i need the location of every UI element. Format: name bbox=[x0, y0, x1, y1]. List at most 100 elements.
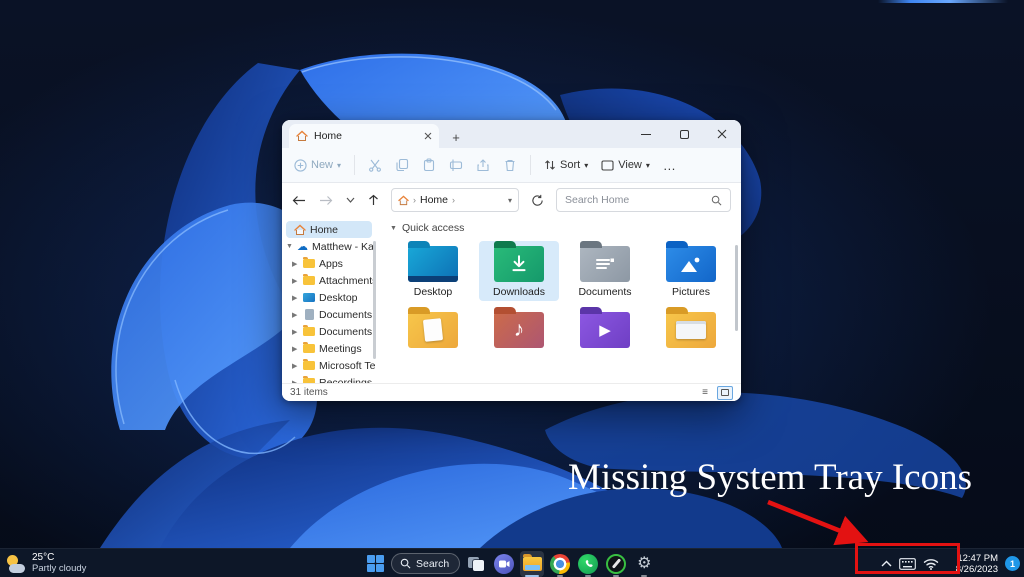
chevron-right-icon[interactable]: ▶ bbox=[292, 260, 299, 268]
task-view-icon bbox=[468, 557, 484, 571]
share-icon[interactable] bbox=[476, 158, 490, 172]
folder-icon bbox=[303, 344, 315, 353]
music-folder-icon: ♪ bbox=[494, 312, 544, 348]
view-button[interactable]: View▾ bbox=[601, 159, 650, 171]
chevron-right-icon[interactable]: ▶ bbox=[292, 362, 299, 370]
desktop: Home + New▾ bbox=[0, 0, 1024, 577]
sidebar-item-documents-2[interactable]: ▶ Documents bbox=[282, 323, 376, 340]
quick-access-header[interactable]: ▼ Quick access bbox=[390, 222, 741, 234]
chevron-down-icon[interactable]: ▼ bbox=[286, 243, 293, 250]
tile-videos[interactable]: ▶ bbox=[565, 307, 645, 355]
view-icon bbox=[601, 160, 614, 171]
videos-folder-icon: ▶ bbox=[580, 312, 630, 348]
chrome-icon bbox=[550, 554, 570, 574]
address-bar[interactable]: › Home › ▾ bbox=[391, 188, 519, 212]
screenshots-folder-icon bbox=[666, 312, 716, 348]
back-icon[interactable] bbox=[292, 195, 306, 206]
search-input[interactable] bbox=[565, 194, 711, 206]
sidebar-item-documents[interactable]: ▶ Documents bbox=[282, 306, 376, 323]
file-explorer-window: Home + New▾ bbox=[282, 120, 741, 401]
sidebar-item-attachments[interactable]: ▶ Attachments bbox=[282, 272, 376, 289]
tile-pictures[interactable]: Pictures bbox=[651, 241, 731, 301]
rename-icon[interactable] bbox=[449, 158, 463, 172]
folder-view: ▼ Quick access Desktop Downloads bbox=[376, 217, 741, 383]
folder-icon bbox=[303, 276, 315, 285]
minimize-button[interactable] bbox=[627, 120, 665, 148]
teams-chat-button[interactable] bbox=[492, 551, 516, 577]
desktop-icon bbox=[303, 293, 315, 302]
tile-music[interactable]: ♪ bbox=[479, 307, 559, 355]
whatsapp-icon bbox=[578, 554, 598, 574]
chrome-button[interactable] bbox=[548, 551, 572, 577]
sort-button[interactable]: Sort▾ bbox=[544, 159, 588, 171]
capture-app-icon bbox=[606, 554, 626, 574]
whatsapp-button[interactable] bbox=[576, 551, 600, 577]
sidebar-item-desktop[interactable]: ▶ Desktop bbox=[282, 289, 376, 306]
breadcrumb[interactable]: Home bbox=[420, 194, 448, 206]
file-explorer-button[interactable] bbox=[520, 551, 544, 577]
chevron-right-icon[interactable]: ▶ bbox=[292, 294, 299, 302]
refresh-icon[interactable] bbox=[531, 194, 544, 207]
tab-close-icon[interactable] bbox=[424, 132, 432, 140]
new-button[interactable]: New▾ bbox=[294, 159, 341, 172]
up-icon[interactable] bbox=[368, 194, 379, 206]
folder-icon bbox=[303, 361, 315, 370]
annotation-highlight-box bbox=[855, 543, 960, 574]
start-button[interactable] bbox=[363, 551, 387, 577]
weather-temp: 25°C bbox=[32, 553, 86, 564]
paste-icon[interactable] bbox=[422, 158, 436, 172]
tile-local-documents[interactable] bbox=[393, 307, 473, 355]
downloads-folder-icon bbox=[494, 246, 544, 282]
chevron-right-icon[interactable]: ▶ bbox=[292, 277, 299, 285]
more-options-button[interactable]: … bbox=[663, 158, 677, 173]
wallpaper-glow bbox=[878, 0, 1008, 3]
chevron-right-icon[interactable]: ▶ bbox=[292, 345, 299, 353]
status-bar: 31 items ≡ bbox=[282, 383, 741, 401]
folder-sync-icon bbox=[303, 327, 315, 336]
folder-icon bbox=[303, 259, 315, 268]
explorer-tab-home[interactable]: Home bbox=[289, 124, 439, 148]
thumbnail-view-button[interactable] bbox=[717, 386, 733, 400]
teams-chat-icon bbox=[494, 554, 514, 574]
content-scrollbar[interactable] bbox=[735, 245, 738, 331]
home-icon bbox=[294, 224, 306, 236]
sidebar-item-meetings[interactable]: ▶ Meetings bbox=[282, 340, 376, 357]
chevron-right-icon[interactable]: ▶ bbox=[292, 328, 299, 336]
address-dropdown-icon[interactable]: ▾ bbox=[508, 196, 512, 205]
task-view-button[interactable] bbox=[464, 551, 488, 577]
capture-app-button[interactable] bbox=[604, 551, 628, 577]
sidebar-item-onedrive[interactable]: ▼ ☁ Matthew - Ka bbox=[282, 238, 376, 255]
notification-badge[interactable]: 1 bbox=[1005, 556, 1020, 571]
tile-desktop[interactable]: Desktop bbox=[393, 241, 473, 301]
sidebar-item-home[interactable]: Home bbox=[286, 221, 372, 238]
sidebar-item-microsoft-teams[interactable]: ▶ Microsoft Te bbox=[282, 357, 376, 374]
forward-icon[interactable] bbox=[319, 195, 333, 206]
home-icon bbox=[398, 195, 409, 206]
tile-documents[interactable]: Documents bbox=[565, 241, 645, 301]
sidebar-item-apps[interactable]: ▶ Apps bbox=[282, 255, 376, 272]
pictures-folder-icon bbox=[666, 246, 716, 282]
weather-widget[interactable]: 25°C Partly cloudy bbox=[6, 549, 86, 577]
recent-locations-icon[interactable] bbox=[346, 197, 355, 203]
search-box[interactable] bbox=[556, 188, 731, 212]
copy-icon[interactable] bbox=[395, 158, 409, 172]
details-view-button[interactable]: ≡ bbox=[697, 386, 713, 400]
delete-icon[interactable] bbox=[503, 158, 517, 172]
tile-downloads[interactable]: Downloads bbox=[479, 241, 559, 301]
search-icon bbox=[711, 195, 722, 206]
chevron-down-icon[interactable]: ▼ bbox=[390, 225, 397, 232]
close-button[interactable] bbox=[703, 120, 741, 148]
tile-screenshots[interactable] bbox=[651, 307, 731, 355]
weather-condition: Partly cloudy bbox=[32, 564, 86, 575]
maximize-button[interactable] bbox=[665, 120, 703, 148]
title-bar: Home + bbox=[282, 120, 741, 148]
local-documents-folder-icon bbox=[408, 312, 458, 348]
taskbar-search[interactable]: Search bbox=[391, 553, 460, 574]
navigation-pane: Home ▼ ☁ Matthew - Ka ▶ Apps ▶ Attachmen… bbox=[282, 217, 376, 383]
new-tab-button[interactable]: + bbox=[445, 126, 467, 148]
onedrive-cloud-icon: ☁ bbox=[297, 242, 308, 252]
cut-icon[interactable] bbox=[368, 158, 382, 172]
settings-button[interactable]: ⚙ bbox=[632, 551, 656, 577]
plus-circle-icon bbox=[294, 159, 307, 172]
chevron-right-icon[interactable]: ▶ bbox=[292, 311, 299, 319]
